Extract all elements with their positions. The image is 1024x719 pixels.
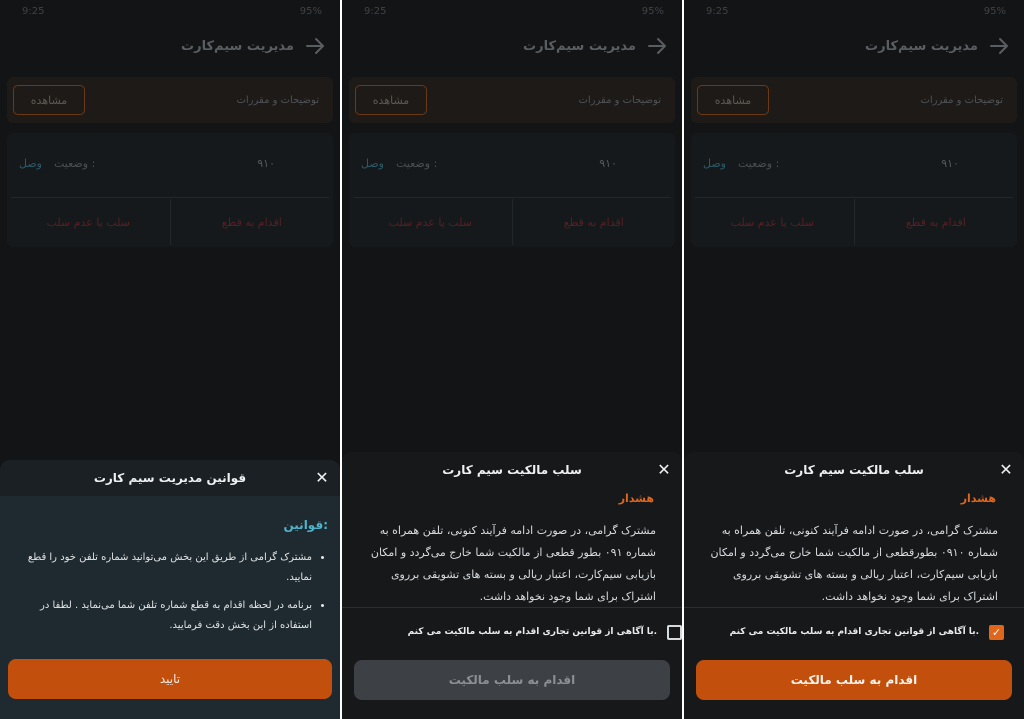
- back-arrow-icon[interactable]: [646, 35, 668, 57]
- status-value: وصل: [703, 156, 726, 170]
- view-terms-button[interactable]: مشاهده: [13, 85, 85, 115]
- terms-card: مشاهده توضیحات و مقررات: [349, 77, 675, 123]
- divider: [353, 197, 671, 198]
- rules-list: مشترک گرامی از طریق این بخش می‌توانید شم…: [10, 548, 326, 644]
- app-header: مدیریت سیم‌کارت: [0, 30, 340, 62]
- status-label: وضعیت :: [737, 156, 780, 170]
- divider: [342, 607, 682, 608]
- page-title: مدیریت سیم‌کارت: [523, 38, 636, 54]
- warning-text: مشترک گرامی، در صورت ادامه فرآیند کنونی،…: [370, 524, 656, 603]
- page-title: مدیریت سیم‌کارت: [865, 38, 978, 54]
- list-item: مشترک گرامی از طریق این بخش می‌توانید شم…: [10, 548, 312, 588]
- agree-row: با آگاهی از قوانین تجاری اقدام به سلب ما…: [684, 620, 1024, 644]
- sim-info-row: وصل وضعیت : ۹۱۰: [7, 151, 333, 175]
- screen-revoke-checked: 9:25 95% مدیریت سیم‌کارت مشاهده توضیحات …: [684, 0, 1024, 719]
- sim-info-row: وصل وضعیت : ۹۱۰: [349, 151, 675, 175]
- sheet-body: قوانین: مشترک گرامی از طریق این بخش می‌ت…: [0, 496, 340, 719]
- warning-title: هشدار: [618, 492, 654, 505]
- app-header: مدیریت سیم‌کارت: [684, 30, 1024, 62]
- back-arrow-icon[interactable]: [988, 35, 1010, 57]
- close-icon[interactable]: ✕: [998, 462, 1014, 478]
- sheet-title: سلب مالکیت سیم کارت: [784, 463, 924, 477]
- status-bar: 9:25 95%: [684, 0, 1024, 22]
- sheet-header: قوانین مدیریت سیم کارت ✕: [0, 460, 340, 496]
- disconnect-button[interactable]: اقدام به قطع: [171, 199, 334, 245]
- agree-checkbox[interactable]: [667, 624, 682, 640]
- status-time: 9:25: [706, 5, 729, 17]
- sim-actions: سلب یا عدم سلب اقدام به قطع: [349, 199, 675, 245]
- sim-number: ۹۱۰: [599, 156, 617, 170]
- rules-bottom-sheet: قوانین مدیریت سیم کارت ✕ قوانین: مشترک گ…: [0, 460, 340, 719]
- warning-text: مشترک گرامی، در صورت ادامه فرآیند کنونی،…: [710, 524, 998, 603]
- status-battery: 95%: [641, 5, 664, 17]
- terms-label: توضیحات و مقررات: [578, 94, 661, 106]
- view-terms-button[interactable]: مشاهده: [355, 85, 427, 115]
- confirm-button[interactable]: تایید: [8, 659, 332, 699]
- divider: [684, 607, 1024, 608]
- agree-row: با آگاهی از قوانین تجاری اقدام به سلب ما…: [342, 620, 682, 644]
- close-icon[interactable]: ✕: [314, 470, 330, 486]
- sim-panel: وصل وضعیت : ۹۱۰ سلب یا عدم سلب اقدام به …: [349, 133, 675, 247]
- terms-label: توضیحات و مقررات: [920, 94, 1003, 106]
- revoke-option-button[interactable]: سلب یا عدم سلب: [7, 199, 170, 245]
- checkmark-icon: ✓: [991, 625, 1002, 639]
- status-time: 9:25: [364, 5, 387, 17]
- status-value: وصل: [19, 156, 42, 170]
- revoke-button[interactable]: اقدام به سلب مالکیت: [696, 660, 1012, 700]
- sheet-header: سلب مالکیت سیم کارت ✕: [684, 452, 1024, 488]
- screen-rules: 9:25 95% مدیریت سیم‌کارت مشاهده توضیحات …: [0, 0, 340, 719]
- screens-container: 9:25 95% مدیریت سیم‌کارت مشاهده توضیحات …: [0, 0, 1024, 719]
- back-arrow-icon[interactable]: [304, 35, 326, 57]
- disconnect-button[interactable]: اقدام به قطع: [513, 199, 676, 245]
- status-battery: 95%: [299, 5, 322, 17]
- agree-label: با آگاهی از قوانین تجاری اقدام به سلب ما…: [407, 627, 657, 637]
- sim-number: ۹۱۰: [257, 156, 275, 170]
- revoke-bottom-sheet: سلب مالکیت سیم کارت ✕ هشدار مشترک گرامی،…: [342, 452, 682, 719]
- sim-panel: وصل وضعیت : ۹۱۰ سلب یا عدم سلب اقدام به …: [691, 133, 1017, 247]
- sheet-title: قوانین مدیریت سیم کارت: [93, 471, 247, 485]
- divider: [11, 197, 329, 198]
- sim-actions: سلب یا عدم سلب اقدام به قطع: [7, 199, 333, 245]
- sim-info-row: وصل وضعیت : ۹۱۰: [691, 151, 1017, 175]
- status-bar: 9:25 95%: [342, 0, 682, 22]
- sim-actions: سلب یا عدم سلب اقدام به قطع: [691, 199, 1017, 245]
- status-label: وضعیت :: [53, 156, 96, 170]
- sheet-header: سلب مالکیت سیم کارت ✕: [342, 452, 682, 488]
- close-icon[interactable]: ✕: [656, 462, 672, 478]
- view-terms-button[interactable]: مشاهده: [697, 85, 769, 115]
- sheet-title: سلب مالکیت سیم کارت: [442, 463, 582, 477]
- status-label: وضعیت :: [395, 156, 438, 170]
- sim-panel: وصل وضعیت : ۹۱۰ سلب یا عدم سلب اقدام به …: [7, 133, 333, 247]
- warning-title: هشدار: [960, 492, 996, 505]
- status-battery: 95%: [983, 5, 1006, 17]
- terms-label: توضیحات و مقررات: [236, 94, 319, 106]
- revoke-button[interactable]: اقدام به سلب مالکیت: [354, 660, 670, 700]
- status-time: 9:25: [22, 5, 45, 17]
- app-header: مدیریت سیم‌کارت: [342, 30, 682, 62]
- revoke-bottom-sheet: سلب مالکیت سیم کارت ✕ هشدار مشترک گرامی،…: [684, 452, 1024, 719]
- revoke-option-button[interactable]: سلب یا عدم سلب: [349, 199, 512, 245]
- terms-card: مشاهده توضیحات و مقررات: [691, 77, 1017, 123]
- agree-checkbox[interactable]: ✓: [989, 624, 1004, 640]
- status-bar: 9:25 95%: [0, 0, 340, 22]
- rules-heading: قوانین:: [283, 518, 328, 532]
- list-item: برنامه در لحظه اقدام به قطع شماره تلفن ش…: [10, 596, 312, 636]
- divider: [695, 197, 1013, 198]
- revoke-option-button[interactable]: سلب یا عدم سلب: [691, 199, 854, 245]
- screen-revoke-unchecked: 9:25 95% مدیریت سیم‌کارت مشاهده توضیحات …: [342, 0, 682, 719]
- status-value: وصل: [361, 156, 384, 170]
- disconnect-button[interactable]: اقدام به قطع: [855, 199, 1018, 245]
- agree-label: با آگاهی از قوانین تجاری اقدام به سلب ما…: [729, 627, 979, 637]
- terms-card: مشاهده توضیحات و مقررات: [7, 77, 333, 123]
- sim-number: ۹۱۰: [941, 156, 959, 170]
- page-title: مدیریت سیم‌کارت: [181, 38, 294, 54]
